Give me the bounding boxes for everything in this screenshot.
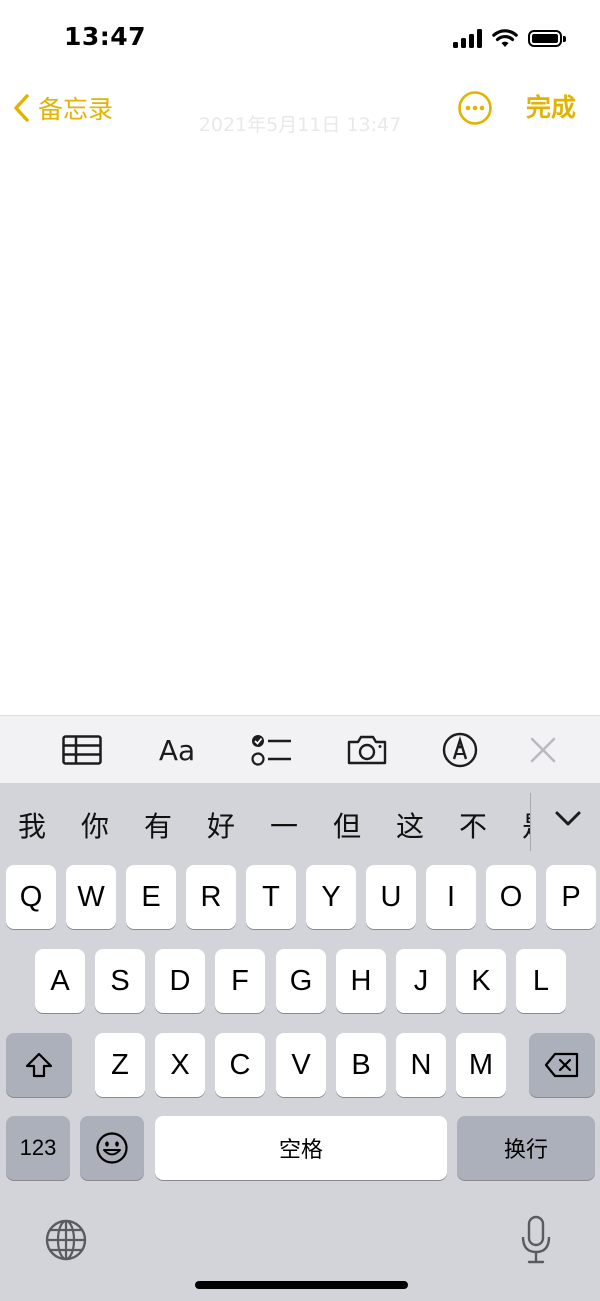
key-h[interactable]: H — [336, 949, 386, 1013]
shift-key[interactable] — [6, 1033, 72, 1097]
key-k[interactable]: K — [456, 949, 506, 1013]
markup-button[interactable] — [440, 732, 480, 768]
text-format-button[interactable]: Aa — [154, 732, 200, 768]
key-p[interactable]: P — [546, 865, 596, 929]
note-date: 2021年5月11日 13:47 — [198, 114, 402, 136]
space-key[interactable]: 空格 — [155, 1116, 447, 1180]
candidate-word[interactable]: 一 — [270, 805, 298, 845]
globe-icon[interactable] — [44, 1218, 88, 1262]
key-n[interactable]: N — [396, 1033, 446, 1097]
battery-icon — [528, 29, 566, 47]
key-s[interactable]: S — [95, 949, 145, 1013]
status-icons — [453, 28, 566, 48]
microphone-icon[interactable] — [520, 1215, 552, 1265]
key-u[interactable]: U — [366, 865, 416, 929]
key-g[interactable]: G — [276, 949, 326, 1013]
key-w[interactable]: W — [66, 865, 116, 929]
key-b[interactable]: B — [336, 1033, 386, 1097]
candidate-word[interactable]: 是 — [522, 805, 530, 845]
close-toolbar-button[interactable] — [527, 732, 559, 768]
key-t[interactable]: T — [246, 865, 296, 929]
key-c[interactable]: C — [215, 1033, 265, 1097]
table-icon — [62, 735, 102, 765]
camera-icon — [347, 735, 387, 765]
key-o[interactable]: O — [486, 865, 536, 929]
markup-icon — [442, 732, 478, 768]
keyboard: 我 你 有 好 一 但 这 不 是 Q W E R T Y U I O P A … — [0, 783, 600, 1301]
status-bar: 13:47 — [0, 0, 600, 80]
key-y[interactable]: Y — [306, 865, 356, 929]
status-time: 13:47 — [64, 22, 147, 51]
key-x[interactable]: X — [155, 1033, 205, 1097]
checklist-icon — [251, 735, 291, 766]
delete-key[interactable] — [529, 1033, 595, 1097]
candidate-word[interactable]: 但 — [333, 805, 361, 845]
candidate-word[interactable]: 这 — [396, 805, 424, 845]
key-d[interactable]: D — [155, 949, 205, 1013]
candidate-word[interactable]: 好 — [207, 805, 235, 845]
key-q[interactable]: Q — [6, 865, 56, 929]
text-format-label: Aa — [158, 733, 196, 767]
key-e[interactable]: E — [126, 865, 176, 929]
key-i[interactable]: I — [426, 865, 476, 929]
key-l[interactable]: L — [516, 949, 566, 1013]
key-j[interactable]: J — [396, 949, 446, 1013]
candidate-bar: 我 你 有 好 一 但 这 不 是 — [0, 783, 600, 863]
home-indicator — [195, 1281, 408, 1289]
key-m[interactable]: M — [456, 1033, 506, 1097]
key-a[interactable]: A — [35, 949, 85, 1013]
return-key[interactable]: 换行 — [457, 1116, 595, 1180]
emoji-icon — [96, 1132, 128, 1164]
key-v[interactable]: V — [276, 1033, 326, 1097]
candidate-divider — [530, 793, 531, 851]
cellular-signal-icon — [453, 28, 482, 48]
wifi-icon — [492, 29, 518, 47]
key-f[interactable]: F — [215, 949, 265, 1013]
close-icon — [530, 737, 556, 763]
chevron-down-icon[interactable] — [553, 807, 583, 831]
emoji-key[interactable] — [80, 1116, 144, 1180]
camera-button[interactable] — [345, 732, 389, 768]
candidate-word[interactable]: 不 — [459, 805, 487, 845]
key-r[interactable]: R — [186, 865, 236, 929]
checklist-button[interactable] — [250, 732, 294, 768]
format-toolbar: Aa — [0, 715, 600, 784]
note-editor[interactable] — [0, 140, 600, 715]
candidate-word[interactable]: 你 — [81, 805, 109, 845]
shift-icon — [25, 1052, 53, 1078]
candidate-word[interactable]: 我 — [18, 805, 46, 845]
candidate-word[interactable]: 有 — [144, 805, 172, 845]
key-z[interactable]: Z — [95, 1033, 145, 1097]
backspace-icon — [544, 1052, 579, 1078]
table-button[interactable] — [60, 732, 104, 768]
numbers-key[interactable]: 123 — [6, 1116, 70, 1180]
